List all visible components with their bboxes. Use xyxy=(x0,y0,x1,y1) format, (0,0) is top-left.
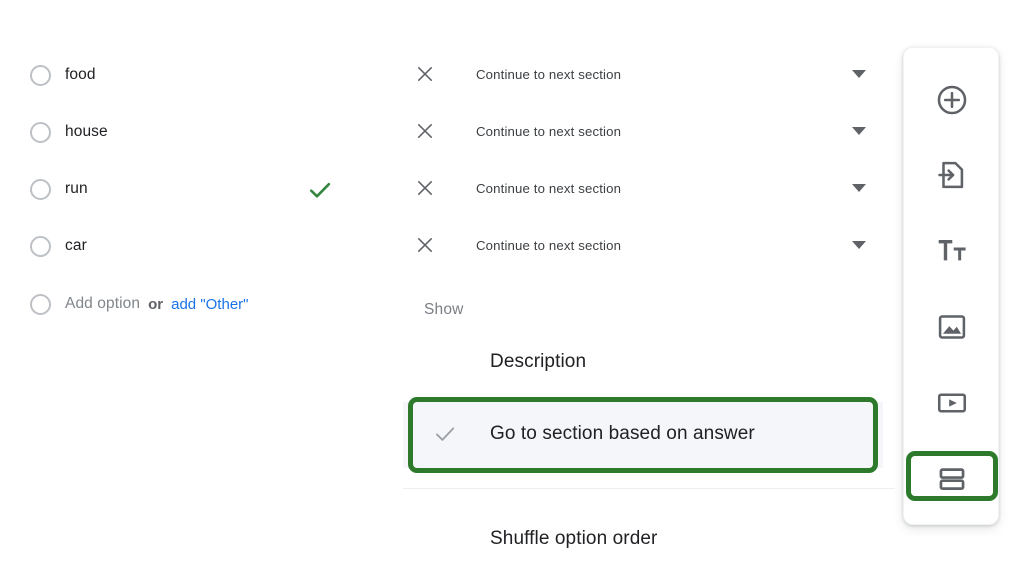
branching-row[interactable]: Continue to next section xyxy=(414,59,874,89)
close-icon[interactable] xyxy=(414,120,436,142)
radio-icon[interactable] xyxy=(30,64,51,86)
chevron-down-icon[interactable] xyxy=(852,184,866,192)
radio-icon[interactable] xyxy=(30,121,51,143)
menu-divider xyxy=(403,488,895,489)
add-other-link[interactable]: add "Other" xyxy=(171,296,248,313)
add-section-button[interactable] xyxy=(904,451,1000,507)
option-row[interactable]: run xyxy=(30,175,88,203)
menu-item-shuffle-option-order[interactable]: Shuffle option order xyxy=(490,528,658,550)
correct-answer-check-icon xyxy=(309,182,331,198)
option-row[interactable]: house xyxy=(30,118,108,146)
menu-item-description[interactable]: Description xyxy=(490,351,586,373)
screen-root: food house run car Add option or add "Ot… xyxy=(0,0,1024,576)
chevron-down-icon[interactable] xyxy=(852,127,866,135)
branching-row[interactable]: Continue to next section xyxy=(414,230,874,260)
radio-icon[interactable] xyxy=(30,235,51,257)
import-questions-button[interactable] xyxy=(904,147,1000,203)
option-row[interactable]: food xyxy=(30,61,96,89)
close-icon[interactable] xyxy=(414,63,436,85)
add-image-icon xyxy=(938,315,966,339)
menu-item-go-to-section-label: Go to section based on answer xyxy=(490,423,755,444)
branching-action-label: Continue to next section xyxy=(476,237,622,253)
add-option-row[interactable]: Add option or add "Other" xyxy=(30,290,248,318)
close-icon[interactable] xyxy=(414,234,436,256)
branching-action-label: Continue to next section xyxy=(476,123,622,139)
option-row[interactable]: car xyxy=(30,232,87,260)
or-label: or xyxy=(148,295,164,313)
branching-action-label: Continue to next section xyxy=(476,180,622,196)
option-label: car xyxy=(65,237,87,254)
add-video-icon xyxy=(937,393,967,413)
branching-row[interactable]: Continue to next section xyxy=(414,173,874,203)
editor-toolbar xyxy=(903,47,999,525)
radio-icon[interactable] xyxy=(30,178,51,200)
add-title-icon xyxy=(938,239,966,261)
branching-row[interactable]: Continue to next section xyxy=(414,116,874,146)
chevron-down-icon[interactable] xyxy=(852,241,866,249)
checkmark-icon xyxy=(436,427,455,441)
close-icon[interactable] xyxy=(414,177,436,199)
option-label: run xyxy=(65,180,88,197)
add-title-button[interactable] xyxy=(904,223,1000,279)
radio-icon xyxy=(30,293,51,315)
add-question-button[interactable] xyxy=(904,72,1000,128)
show-group-label: Show xyxy=(424,301,464,318)
add-section-icon xyxy=(939,468,965,490)
option-label: food xyxy=(65,66,96,83)
option-label: house xyxy=(65,123,108,140)
branching-action-label: Continue to next section xyxy=(476,66,622,82)
add-image-button[interactable] xyxy=(904,299,1000,355)
add-question-icon xyxy=(937,85,967,115)
chevron-down-icon[interactable] xyxy=(852,70,866,78)
add-video-button[interactable] xyxy=(904,375,1000,431)
import-questions-icon xyxy=(938,161,964,189)
add-option-label[interactable]: Add option xyxy=(65,295,140,313)
